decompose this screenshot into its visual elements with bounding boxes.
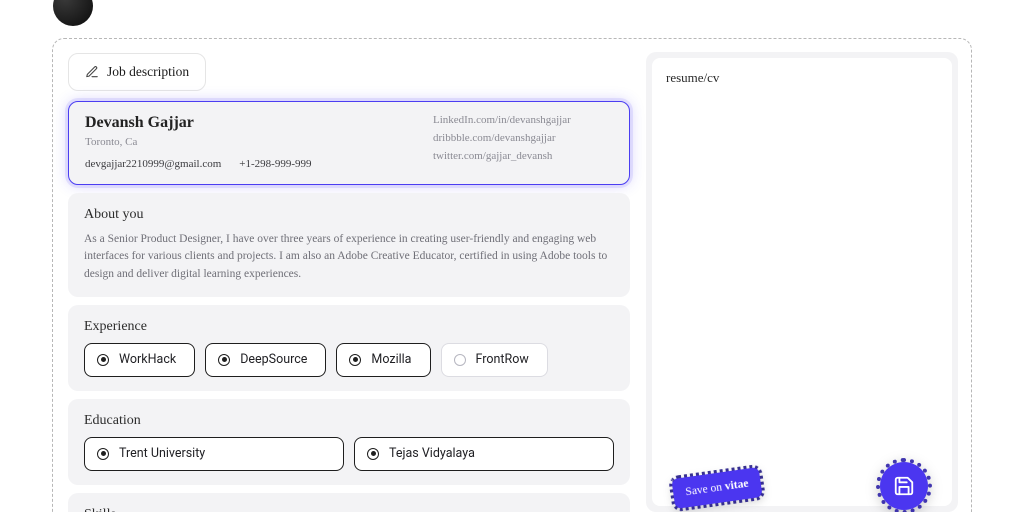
radio-icon xyxy=(97,354,109,366)
skills-title: Skills xyxy=(84,507,614,512)
education-card[interactable]: Education Trent University Tejas Vidyala… xyxy=(68,399,630,485)
job-description-button[interactable]: Job description xyxy=(68,53,206,91)
skills-card[interactable]: Skills xyxy=(68,493,630,512)
pencil-icon xyxy=(85,65,99,79)
education-title: Education xyxy=(84,413,614,429)
radio-icon xyxy=(97,448,109,460)
experience-chip[interactable]: WorkHack xyxy=(84,343,195,377)
experience-card[interactable]: Experience WorkHack DeepSource Mozilla xyxy=(68,305,630,391)
identity-name: Devansh Gajjar xyxy=(85,114,417,132)
identity-contact: devgajjar2210999@gmail.com +1-298-999-99… xyxy=(85,158,417,170)
about-body: As a Senior Product Designer, I have ove… xyxy=(84,231,614,283)
save-icon xyxy=(893,475,915,497)
link-twitter: twitter.com/gajjar_devansh xyxy=(433,150,552,162)
save-on-brand: vitae xyxy=(724,478,749,493)
preview-document: resume/cv xyxy=(652,58,952,506)
experience-chip[interactable]: Mozilla xyxy=(336,343,430,377)
job-description-label: Job description xyxy=(107,64,189,80)
chip-label: Mozilla xyxy=(371,352,411,367)
chip-label: FrontRow xyxy=(476,352,529,367)
chip-label: Trent University xyxy=(119,446,205,461)
education-chips: Trent University Tejas Vidyalaya xyxy=(84,437,614,471)
experience-chip[interactable]: FrontRow xyxy=(441,343,548,377)
chip-label: Tejas Vidyalaya xyxy=(389,446,475,461)
radio-icon xyxy=(349,354,361,366)
radio-icon xyxy=(218,354,230,366)
identity-card[interactable]: Devansh Gajjar Toronto, Ca devgajjar2210… xyxy=(68,101,630,185)
radio-icon xyxy=(454,354,466,366)
experience-chip[interactable]: DeepSource xyxy=(205,343,326,377)
about-title: About you xyxy=(84,207,614,223)
identity-city: Toronto, Ca xyxy=(85,136,417,148)
link-dribbble: dribbble.com/devanshgajjar xyxy=(433,132,556,144)
save-on-text: Save on xyxy=(685,481,723,498)
radio-icon xyxy=(367,448,379,460)
about-card[interactable]: About you As a Senior Product Designer, … xyxy=(68,193,630,297)
link-linkedin: LinkedIn.com/in/devanshgajjar xyxy=(433,114,571,126)
identity-phone: +1-298-999-999 xyxy=(239,158,311,170)
experience-title: Experience xyxy=(84,319,614,335)
education-chip[interactable]: Tejas Vidyalaya xyxy=(354,437,614,471)
identity-links: LinkedIn.com/in/devanshgajjar dribbble.c… xyxy=(433,114,613,170)
preview-heading: resume/cv xyxy=(666,70,938,86)
editor-column: Devansh Gajjar Toronto, Ca devgajjar2210… xyxy=(68,101,630,512)
builder-panel: Job description Resume Cover letter Deva… xyxy=(52,38,972,512)
chip-label: DeepSource xyxy=(240,352,307,367)
preview-pane: resume/cv xyxy=(646,52,958,512)
education-chip[interactable]: Trent University xyxy=(84,437,344,471)
chip-label: WorkHack xyxy=(119,352,176,367)
save-fab[interactable] xyxy=(880,462,928,510)
avatar xyxy=(53,0,93,26)
experience-chips: WorkHack DeepSource Mozilla FrontRow xyxy=(84,343,614,377)
identity-email: devgajjar2210999@gmail.com xyxy=(85,158,221,170)
identity-left: Devansh Gajjar Toronto, Ca devgajjar2210… xyxy=(85,114,417,170)
